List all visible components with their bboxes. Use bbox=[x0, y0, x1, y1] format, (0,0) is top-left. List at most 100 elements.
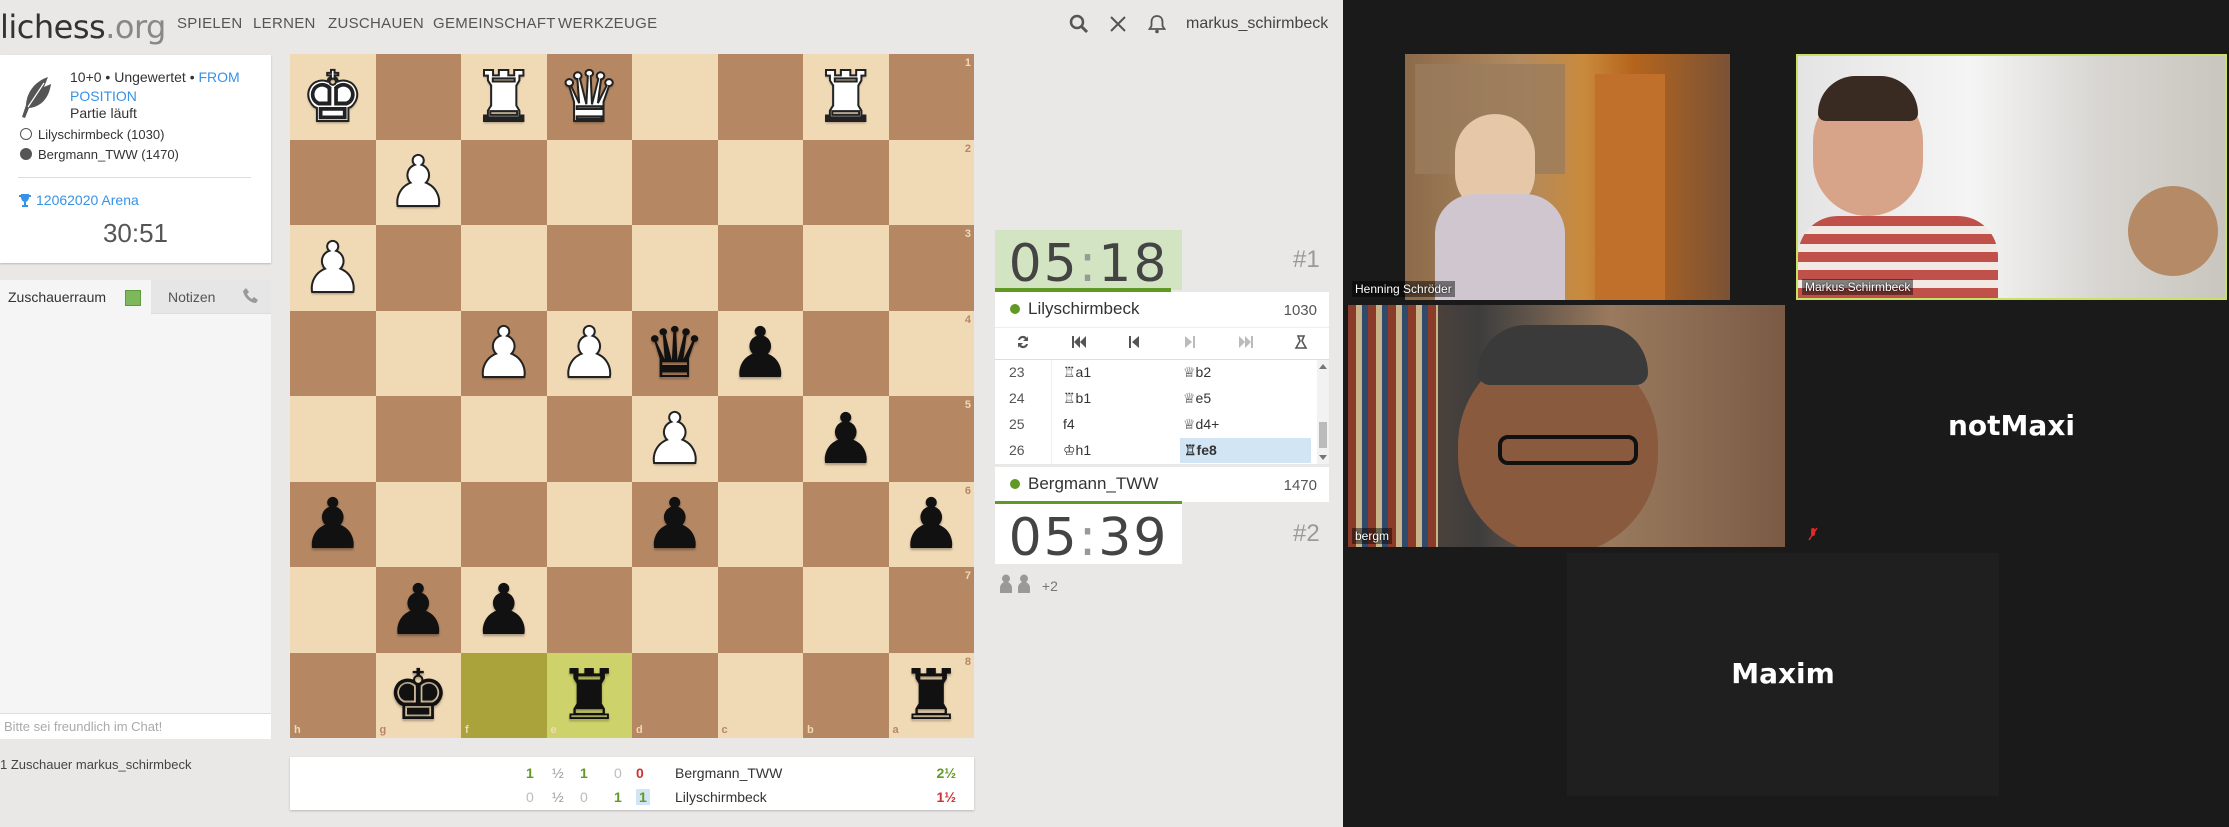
move-black[interactable]: ♕d4+ bbox=[1183, 416, 1219, 433]
black-rook-icon[interactable]: ♜ bbox=[558, 660, 621, 730]
move-white[interactable]: ♖b1 bbox=[1063, 390, 1091, 407]
square-a7[interactable]: 7 bbox=[888, 567, 974, 653]
next-move-icon[interactable] bbox=[1162, 335, 1218, 353]
square-h7[interactable] bbox=[290, 567, 376, 653]
square-d3[interactable] bbox=[632, 225, 718, 311]
square-e4[interactable]: ♟ bbox=[546, 310, 632, 396]
video-tile-henning[interactable]: Henning Schröder bbox=[1348, 54, 1785, 300]
video-tile-notmaxi[interactable]: notMaxi bbox=[1796, 305, 2227, 547]
square-c2[interactable] bbox=[717, 139, 803, 225]
video-tile-maxim[interactable]: Maxim bbox=[1567, 553, 1999, 796]
square-f2[interactable] bbox=[461, 139, 547, 225]
black-pawn-icon[interactable]: ♟ bbox=[387, 575, 450, 645]
square-d8[interactable]: d bbox=[632, 652, 718, 738]
black-queen-icon[interactable]: ♛ bbox=[643, 318, 706, 388]
square-d4[interactable]: ♛ bbox=[632, 310, 718, 396]
square-b4[interactable] bbox=[803, 310, 889, 396]
nav-lernen[interactable]: LERNEN bbox=[253, 15, 316, 32]
square-a3[interactable]: 3 bbox=[888, 225, 974, 311]
white-player-entry[interactable]: Lilyschirmbeck (1030) bbox=[20, 127, 164, 142]
move-black[interactable]: ♕b2 bbox=[1183, 364, 1211, 381]
bell-icon[interactable] bbox=[1145, 12, 1169, 36]
video-tile-markus[interactable]: Markus Schirmbeck bbox=[1796, 54, 2227, 300]
tournament-link[interactable]: 12062020 Arena bbox=[18, 192, 139, 210]
white-pawn-icon[interactable]: ♟ bbox=[642, 403, 707, 475]
square-d1[interactable] bbox=[632, 54, 718, 140]
square-g7[interactable]: ♟ bbox=[375, 567, 461, 653]
square-c8[interactable]: c bbox=[717, 652, 803, 738]
square-e1[interactable]: ♛ bbox=[546, 54, 632, 140]
black-pawn-icon[interactable]: ♟ bbox=[900, 489, 963, 559]
search-icon[interactable] bbox=[1067, 12, 1091, 36]
scroll-thumb[interactable] bbox=[1319, 422, 1327, 448]
prev-move-icon[interactable] bbox=[1106, 335, 1162, 353]
move-white[interactable]: ♔h1 bbox=[1063, 442, 1091, 459]
black-pawn-icon[interactable]: ♟ bbox=[301, 489, 364, 559]
black-rook-icon[interactable]: ♜ bbox=[900, 660, 963, 730]
square-b7[interactable] bbox=[803, 567, 889, 653]
square-f7[interactable]: ♟ bbox=[461, 567, 547, 653]
nav-spielen[interactable]: SPIELEN bbox=[177, 15, 242, 32]
video-tile-bergm[interactable]: bergm bbox=[1348, 305, 1785, 547]
square-g4[interactable] bbox=[375, 310, 461, 396]
square-a4[interactable]: 4 bbox=[888, 310, 974, 396]
black-pawn-icon[interactable]: ♟ bbox=[472, 575, 535, 645]
tab-notes[interactable]: Notizen bbox=[168, 289, 215, 305]
scroll-up-icon[interactable] bbox=[1319, 363, 1327, 369]
white-rook-icon[interactable]: ♜ bbox=[813, 61, 878, 133]
swords-icon[interactable] bbox=[1106, 12, 1130, 36]
scroll-down-icon[interactable] bbox=[1319, 455, 1327, 461]
move-list-scrollbar[interactable] bbox=[1317, 360, 1329, 464]
square-f6[interactable] bbox=[461, 481, 547, 567]
square-h6[interactable]: ♟ bbox=[290, 481, 376, 567]
flip-board-icon[interactable] bbox=[995, 334, 1051, 354]
move-black-active[interactable]: ♖fe8 bbox=[1180, 438, 1311, 463]
square-b1[interactable]: ♜ bbox=[803, 54, 889, 140]
square-c7[interactable] bbox=[717, 567, 803, 653]
square-d2[interactable] bbox=[632, 139, 718, 225]
white-pawn-icon[interactable]: ♟ bbox=[300, 232, 365, 304]
square-a2[interactable]: 2 bbox=[888, 139, 974, 225]
square-h1[interactable]: ♚ bbox=[290, 54, 376, 140]
square-e6[interactable] bbox=[546, 481, 632, 567]
square-a1[interactable]: 1 bbox=[888, 54, 974, 140]
black-king-icon[interactable]: ♚ bbox=[387, 660, 450, 730]
black-pawn-icon[interactable]: ♟ bbox=[814, 404, 877, 474]
nav-werkzeuge[interactable]: WERKZEUGE bbox=[558, 15, 657, 32]
square-d6[interactable]: ♟ bbox=[632, 481, 718, 567]
chat-input[interactable]: Bitte sei freundlich im Chat! bbox=[0, 713, 271, 739]
square-e8[interactable]: ♜ e bbox=[546, 652, 632, 738]
square-b5[interactable]: ♟ bbox=[803, 396, 889, 482]
square-h8[interactable]: h bbox=[290, 652, 376, 738]
square-h4[interactable] bbox=[290, 310, 376, 396]
square-b8[interactable]: b bbox=[803, 652, 889, 738]
square-f8[interactable]: f bbox=[461, 652, 547, 738]
square-c3[interactable] bbox=[717, 225, 803, 311]
lichess-logo[interactable]: lichess.org bbox=[0, 8, 166, 46]
square-e2[interactable] bbox=[546, 139, 632, 225]
first-move-icon[interactable] bbox=[1051, 335, 1107, 353]
analysis-icon[interactable] bbox=[1273, 334, 1329, 354]
move-white[interactable]: ♖a1 bbox=[1063, 364, 1091, 381]
square-a6[interactable]: ♟ 6 bbox=[888, 481, 974, 567]
square-f4[interactable]: ♟ bbox=[461, 310, 547, 396]
square-c5[interactable] bbox=[717, 396, 803, 482]
square-b3[interactable] bbox=[803, 225, 889, 311]
chess-board[interactable]: ♚ ♜ ♛ ♜ 1 ♟ 2 ♟ 3 ♟ ♟ ♛ ♟ 4 ♟ ♟ 5 ♟ ♟ ♟ 6 ♟ ♟ 7 h ♚ g f ♜ e d c b ♜ 8 a bbox=[290, 54, 974, 738]
move-white[interactable]: f4 bbox=[1063, 416, 1075, 432]
white-pawn-icon[interactable]: ♟ bbox=[557, 317, 622, 389]
nav-gemeinschaft[interactable]: GEMEINSCHAFT bbox=[433, 15, 556, 32]
square-d5[interactable]: ♟ bbox=[632, 396, 718, 482]
square-h2[interactable] bbox=[290, 139, 376, 225]
black-pawn-icon[interactable]: ♟ bbox=[729, 318, 792, 388]
white-king-icon[interactable]: ♚ bbox=[300, 61, 365, 133]
last-move-icon[interactable] bbox=[1218, 335, 1274, 353]
square-c6[interactable] bbox=[717, 481, 803, 567]
square-g8[interactable]: ♚ g bbox=[375, 652, 461, 738]
nav-zuschauen[interactable]: ZUSCHAUEN bbox=[328, 15, 424, 32]
white-pawn-icon[interactable]: ♟ bbox=[386, 146, 451, 218]
white-queen-icon[interactable]: ♛ bbox=[557, 61, 622, 133]
chat-toggle-checkbox[interactable] bbox=[125, 290, 141, 306]
square-f3[interactable] bbox=[461, 225, 547, 311]
move-list[interactable]: 23 ♖a1 ♕b2 24 ♖b1 ♕e5 25 f4 ♕d4+ 26 ♔h1 ♖fe8 bbox=[995, 360, 1329, 464]
